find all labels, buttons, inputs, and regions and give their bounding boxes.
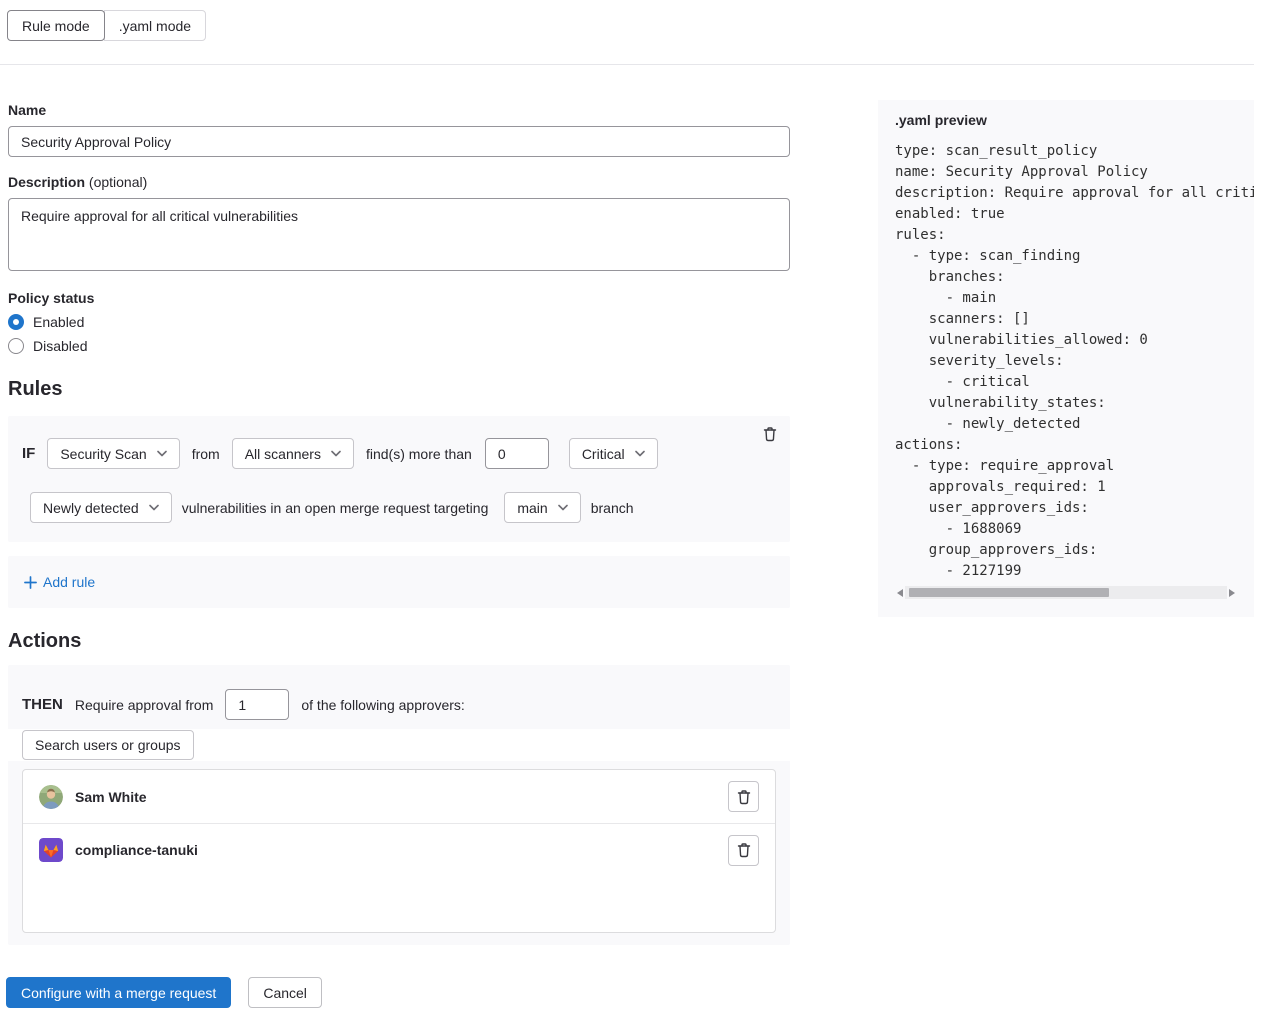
trash-icon [736, 842, 752, 858]
tab-rule-mode[interactable]: Rule mode [7, 10, 105, 41]
then-label: THEN [22, 696, 63, 713]
add-rule-button[interactable]: Add rule [24, 574, 95, 590]
trash-icon [736, 789, 752, 805]
approver-search-row: Search users or groups [8, 729, 790, 761]
radio-disabled-label: Disabled [33, 338, 87, 354]
rule-row-2: Newly detected vulnerabilities in an ope… [30, 492, 776, 523]
if-label: IF [22, 445, 35, 462]
scrollbar-track[interactable] [905, 586, 1227, 599]
from-label: from [192, 446, 220, 462]
mode-tab-group: Rule mode .yaml mode [7, 10, 1264, 41]
radio-enabled[interactable] [8, 314, 24, 330]
branch-dropdown[interactable]: main [504, 492, 580, 523]
approver-row-sam-white: Sam White [23, 770, 775, 823]
scrollbar-right-arrow-icon[interactable] [1227, 586, 1237, 599]
plus-icon [24, 576, 37, 589]
chevron-down-icon [635, 450, 645, 457]
then-row: THEN Require approval from of the follow… [8, 689, 790, 720]
tab-yaml-mode[interactable]: .yaml mode [104, 10, 206, 41]
chevron-down-icon [331, 450, 341, 457]
branch-suffix-label: branch [591, 500, 634, 516]
horizontal-scrollbar[interactable] [895, 586, 1237, 599]
actions-panel: THEN Require approval from of the follow… [8, 665, 790, 945]
approver-row-compliance-tanuki: compliance-tanuki [23, 823, 775, 876]
vulnerabilities-allowed-input[interactable] [485, 438, 549, 469]
approvers-list: Sam White compliance-tanuki [22, 769, 776, 933]
vulnerability-state-dropdown[interactable]: Newly detected [30, 492, 172, 523]
scanners-dropdown[interactable]: All scanners [232, 438, 354, 469]
find-more-than-label: find(s) more than [366, 446, 472, 462]
of-following-approvers-label: of the following approvers: [301, 697, 464, 713]
scan-type-dropdown[interactable]: Security Scan [47, 438, 179, 469]
description-label: Description (optional) [8, 174, 790, 190]
rule-row-1: IF Security Scan from All scanners find(… [22, 438, 776, 469]
cancel-button[interactable]: Cancel [248, 977, 322, 1008]
add-rule-panel: Add rule [8, 556, 790, 608]
search-users-groups-input[interactable]: Search users or groups [22, 730, 194, 760]
delete-rule-button[interactable] [758, 422, 782, 446]
require-approval-label: Require approval from [75, 697, 214, 713]
policy-status-enabled-option[interactable]: Enabled [8, 314, 790, 330]
policy-status-disabled-option[interactable]: Disabled [8, 338, 790, 354]
yaml-preview-title: .yaml preview [895, 112, 1254, 128]
approver-name: Sam White [75, 789, 716, 805]
chevron-down-icon [558, 504, 568, 511]
chevron-down-icon [157, 450, 167, 457]
trash-icon [762, 426, 778, 442]
radio-disabled[interactable] [8, 338, 24, 354]
form-footer: Configure with a merge request Cancel [6, 977, 790, 1008]
avatar-sam-white [39, 785, 63, 809]
header-divider [0, 64, 1254, 65]
scrollbar-thumb[interactable] [909, 588, 1109, 597]
approvals-required-input[interactable] [225, 689, 289, 720]
description-textarea[interactable]: Require approval for all critical vulner… [8, 198, 790, 271]
policy-status-label: Policy status [8, 290, 790, 306]
approver-name: compliance-tanuki [75, 842, 716, 858]
yaml-preview-panel: .yaml preview type: scan_result_policy n… [878, 100, 1254, 617]
chevron-down-icon [149, 504, 159, 511]
radio-enabled-label: Enabled [33, 314, 84, 330]
targeting-label: vulnerabilities in an open merge request… [182, 500, 489, 516]
policy-editor-form: Name Description (optional) Require appr… [8, 90, 790, 1008]
severity-dropdown[interactable]: Critical [569, 438, 658, 469]
actions-heading: Actions [8, 630, 790, 653]
remove-approver-compliance-tanuki-button[interactable] [728, 835, 759, 866]
rules-heading: Rules [8, 378, 790, 401]
avatar-compliance-tanuki [39, 838, 63, 862]
name-label: Name [8, 102, 790, 118]
description-optional-hint: (optional) [89, 174, 147, 190]
scrollbar-left-arrow-icon[interactable] [895, 586, 905, 599]
remove-approver-sam-white-button[interactable] [728, 781, 759, 812]
name-input[interactable] [8, 126, 790, 157]
yaml-preview-content: type: scan_result_policy name: Security … [895, 141, 1254, 582]
rule-panel: IF Security Scan from All scanners find(… [8, 416, 790, 542]
configure-merge-request-button[interactable]: Configure with a merge request [6, 977, 231, 1008]
